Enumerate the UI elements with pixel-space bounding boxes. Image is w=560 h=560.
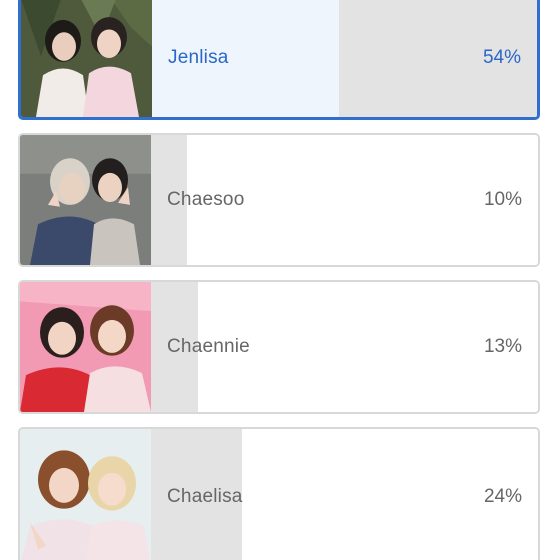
option-photo [20,135,151,265]
option-photo [21,0,152,117]
poll-option-chaesoo[interactable]: Chaesoo 10% [18,133,540,267]
option-percent: 10% [483,189,522,210]
poll-option-chaelisa[interactable]: Chaelisa 24% [18,427,540,560]
poll-option-jenlisa[interactable]: Jenlisa 54% [18,0,540,120]
option-label: Jenlisa [168,47,229,68]
option-label: Chaennie [167,336,250,357]
option-label: Chaelisa [167,486,243,507]
result-bar-track: Chaennie 13% [151,282,538,412]
option-label: Chaesoo [167,189,245,210]
option-percent: 54% [482,47,521,68]
result-bar-track: Chaelisa 24% [151,429,538,560]
option-percent: 24% [483,486,522,507]
result-bar-track: Jenlisa 54% [152,0,537,117]
poll-options-list: Jenlisa 54% Chaesoo 10% Chaennie 13% Cha… [0,0,560,560]
poll-option-chaennie[interactable]: Chaennie 13% [18,280,540,414]
option-photo [20,282,151,412]
result-bar-track: Chaesoo 10% [151,135,538,265]
option-percent: 13% [483,336,522,357]
option-photo [20,429,151,560]
